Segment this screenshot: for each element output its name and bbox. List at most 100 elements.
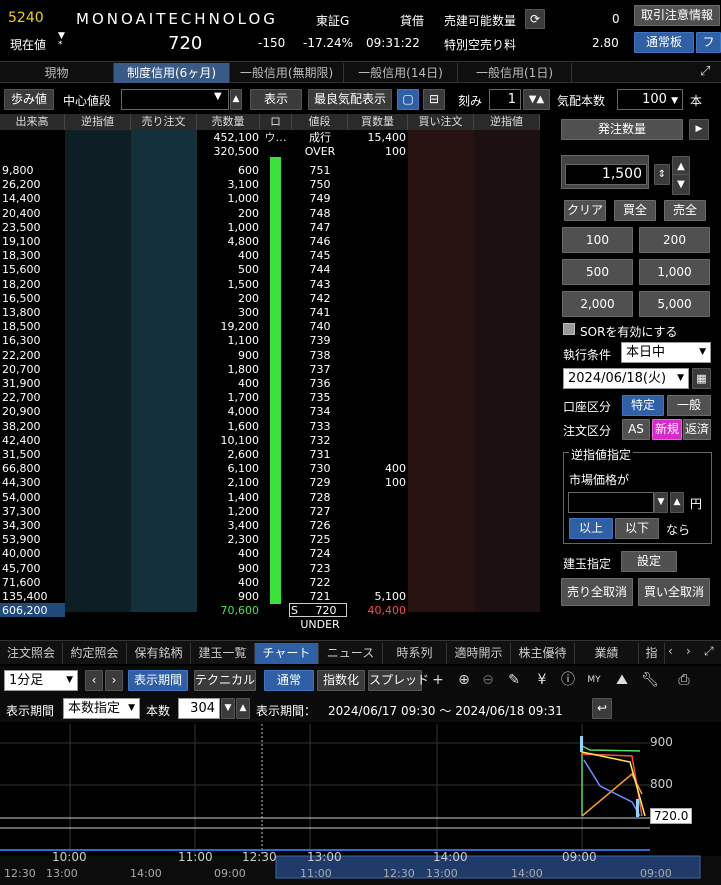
prev-icon[interactable]: ‹ [85,670,103,691]
count-mode-select[interactable]: 本数指定 ▼ [63,698,140,719]
qty-200-button[interactable]: 200 [639,227,710,253]
tab-more[interactable]: 指 [639,643,665,664]
tab-holdings[interactable]: 保有銘柄 [127,643,191,664]
order-qty-button[interactable]: 発注数量 [561,119,683,140]
position-set-button[interactable]: 設定 [621,551,677,572]
qty-input[interactable]: 1,500 [565,164,647,185]
refresh-icon[interactable]: ⟳ [525,9,545,29]
wrench-icon[interactable]: 🔧︎ [640,670,660,690]
full-board-button[interactable]: フ [696,32,721,53]
buy-all-button[interactable]: 買全 [614,200,656,221]
sor-checkbox[interactable] [563,323,575,335]
tab-shareholder-benefits[interactable]: 株主優待 [511,643,575,664]
close-position-button[interactable]: 返済 [683,419,711,440]
tab-ippan-14d[interactable]: 一般信用(14日) [344,63,458,83]
center-price-input[interactable] [121,89,229,110]
qty-500-button[interactable]: 500 [562,259,633,285]
tab-execution-inquiry[interactable]: 約定照会 [63,643,127,664]
technical-button[interactable]: テクニカル [194,670,256,691]
tab-seido-6m[interactable]: 制度信用(6ヶ月) [114,63,230,83]
lending-label: 貸借 [400,14,425,28]
chevron-right-icon[interactable]: › [686,644,691,658]
best-quote-button[interactable]: 最良気配表示 [308,89,392,110]
next-icon[interactable]: › [105,670,123,691]
exec-select[interactable]: 本日中 ▼ [621,342,711,363]
sellable-label: 売建可能数量 [444,14,517,28]
crosshair-icon[interactable]: + [428,670,448,690]
zoom-out-icon[interactable]: ⊖ [478,670,498,690]
stop-price-input[interactable] [568,492,654,513]
clear-button[interactable]: クリア [564,200,606,221]
price: 727 [309,504,331,518]
calendar-icon[interactable]: ▦ [692,368,711,389]
chevron-down-icon[interactable]: ▼ [214,91,222,102]
volume: 54,000 [2,490,41,504]
account-ippan-button[interactable]: 一般 [667,395,711,416]
volume: 22,700 [2,391,41,405]
caret-up-icon[interactable]: ▲ [230,89,242,110]
my-settings-icon[interactable]: MY [584,670,604,690]
sell-qty: 1,600 [227,419,260,433]
tab-ippan-1d[interactable]: 一般信用(1日) [458,63,572,83]
tab-news[interactable]: ニュース [319,643,383,664]
date-select[interactable]: 2024/06/18(火) ▼ [563,368,689,389]
buy-qty [348,333,406,348]
trade-caution-button[interactable]: 取引注意情報 [634,5,720,26]
tab-genbutsu[interactable]: 現物 [0,63,114,83]
spread-chart-button[interactable]: スプレッド [368,670,429,691]
qty-5000-button[interactable]: 5,000 [639,291,710,317]
show-button[interactable]: 表示 [250,89,302,110]
normal-board-button[interactable]: 通常板 [634,32,694,53]
reset-icon[interactable]: ↩ [592,698,612,719]
cancel-all-sell-button[interactable]: 売り全取消 [561,578,633,606]
zoom-in-icon[interactable]: ⊕ [454,670,474,690]
qty-1000-button[interactable]: 1,000 [639,259,710,285]
quote-count-select[interactable]: 100 ▼ [617,89,683,110]
qty-2000-button[interactable]: 2,000 [562,291,633,317]
tab-ippan-unlimited[interactable]: 一般信用(無期限) [230,63,344,83]
tick-dropdown-icon[interactable]: ▼▲ [523,89,550,110]
count-input[interactable]: 304 [178,698,220,719]
new-position-button[interactable]: 新規 [652,419,682,440]
tab-positions[interactable]: 建玉一覧 [191,643,255,664]
buy-qty [348,163,406,178]
index-chart-button[interactable]: 指数化 [317,670,365,691]
info-icon[interactable]: ⓘ [558,670,578,690]
account-tokutei-button[interactable]: 特定 [622,395,664,416]
tab-earnings[interactable]: 業績 [575,643,639,664]
buy-qty [348,305,406,320]
caret-up-icon[interactable]: ▲ [236,698,250,719]
caret-up-icon[interactable]: ▲ [670,492,684,513]
cancel-all-buy-button[interactable]: 買い全取消 [638,578,710,606]
tab-timeseries[interactable]: 時系列 [383,643,447,664]
sell-all-button[interactable]: 売全 [664,200,706,221]
price-time: 09:31:22 [366,36,420,50]
chevron-down-icon[interactable]: ▼ [221,698,235,719]
period-button[interactable]: 表示期間 [128,670,188,691]
yen-icon[interactable]: ¥ [532,670,552,690]
print-icon[interactable]: ⎙ [674,670,694,690]
qty-down-icon[interactable]: ▼ [672,174,690,195]
price: 748 [309,206,331,220]
ayumi-button[interactable]: 歩み値 [4,89,54,110]
interval-select[interactable]: 1分足 ▼ [4,670,78,691]
normal-chart-button[interactable]: 通常 [264,670,314,691]
qty-100-button[interactable]: 100 [562,227,633,253]
collapse-icon[interactable]: ⤢ [704,644,714,659]
tick-input[interactable]: 1 [489,89,521,110]
expand-right-icon[interactable]: ▶ [689,119,709,140]
tab-disclosure[interactable]: 適時開示 [447,643,511,664]
tab-order-inquiry[interactable]: 注文照会 [0,643,63,664]
mountain-chart-icon[interactable]: ⛰ [612,670,632,690]
above-button[interactable]: 以上 [569,518,613,539]
pen-icon[interactable]: ✎ [504,670,524,690]
split-view-icon[interactable]: ⊟ [423,89,445,110]
stepper-icon[interactable]: ⇕ [654,164,670,185]
collapse-icon[interactable]: ⤢ [700,64,710,79]
chevron-down-icon[interactable]: ▼ [654,492,668,513]
as-button[interactable]: AS [622,419,650,440]
tab-chart[interactable]: チャート [255,643,319,664]
single-view-icon[interactable]: ▢ [397,89,419,110]
below-button[interactable]: 以下 [615,518,659,539]
chevron-left-icon[interactable]: ‹ [668,644,673,658]
